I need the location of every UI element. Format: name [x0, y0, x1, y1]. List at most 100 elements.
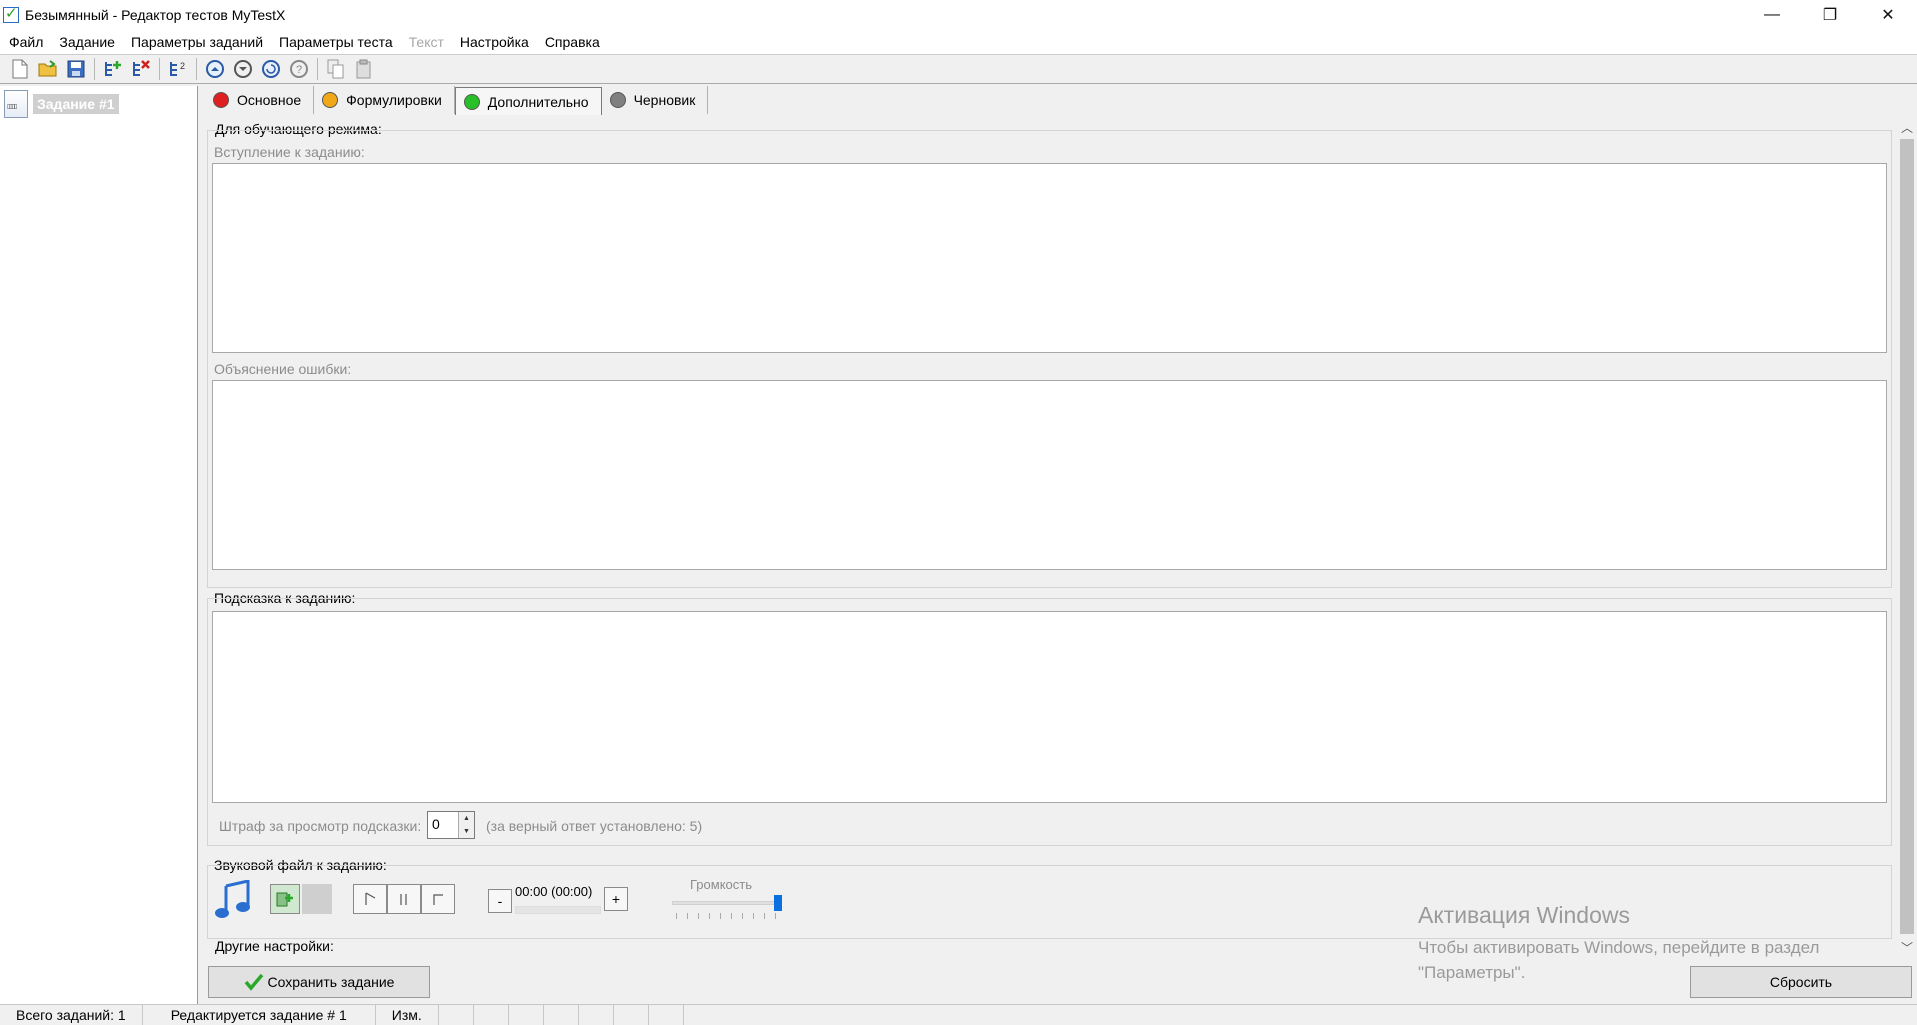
- pause-button[interactable]: [387, 884, 421, 914]
- scroll-down-icon[interactable]: ﹀: [1897, 937, 1917, 957]
- tab-label: Черновик: [633, 92, 696, 108]
- add-task-icon[interactable]: [101, 57, 125, 81]
- checkmark-icon: [244, 973, 263, 991]
- spin-down-icon[interactable]: ▼: [459, 825, 474, 838]
- penalty-spin: ▲ ▼: [458, 812, 474, 838]
- progress-track[interactable]: [515, 906, 601, 914]
- title-bar: Безымянный - Редактор тестов MyTestX — ❐…: [0, 0, 1917, 30]
- copy-icon[interactable]: [324, 57, 348, 81]
- menu-task[interactable]: Задание: [54, 34, 126, 50]
- scroll-thumb[interactable]: [1900, 139, 1914, 934]
- menu-task-params[interactable]: Параметры заданий: [126, 34, 274, 50]
- restore-button[interactable]: ❐: [1801, 0, 1859, 30]
- plus-button[interactable]: +: [604, 887, 628, 911]
- penalty-value: 0: [432, 816, 440, 832]
- open-folder-icon[interactable]: [36, 57, 60, 81]
- penalty-label: Штраф за просмотр подсказки:: [219, 818, 422, 834]
- refresh-icon[interactable]: [259, 57, 283, 81]
- svg-text:?: ?: [296, 64, 302, 76]
- pause-icon: [400, 894, 407, 905]
- spin-up-icon[interactable]: ▲: [459, 812, 474, 825]
- tab-strip: Основное Формулировки Дополнительно Черн…: [205, 86, 709, 115]
- toolbar-separator: [317, 58, 318, 80]
- scroll-up-icon[interactable]: ︿: [1897, 117, 1917, 137]
- activation-watermark-title: Активация Windows: [1418, 902, 1630, 928]
- svg-text:2: 2: [180, 61, 185, 71]
- play-button[interactable]: [353, 884, 387, 914]
- move-up-icon[interactable]: [203, 57, 227, 81]
- menu-settings[interactable]: Настройка: [455, 34, 540, 50]
- status-cell: [649, 1004, 684, 1025]
- status-cell: [614, 1004, 649, 1025]
- volume-slider-thumb[interactable]: [774, 895, 782, 911]
- status-cell: [474, 1004, 509, 1025]
- status-cell: [544, 1004, 579, 1025]
- status-cell: [579, 1004, 614, 1025]
- task-tree-icon[interactable]: 2: [166, 57, 190, 81]
- music-note-icon: [214, 879, 252, 923]
- minus-button[interactable]: -: [488, 889, 512, 913]
- error-explanation-label: Объяснение ошибки:: [214, 361, 352, 377]
- status-total: Всего заданий: 1: [0, 1004, 143, 1025]
- tree-item-label: Задание #1: [33, 94, 119, 114]
- new-file-icon[interactable]: [8, 57, 32, 81]
- toolbar-separator: [196, 58, 197, 80]
- task-tree-panel: Задание #1: [0, 86, 198, 1004]
- status-cell: [439, 1004, 474, 1025]
- help-icon[interactable]: ?: [287, 57, 311, 81]
- tab-label: Формулировки: [346, 92, 442, 108]
- orange-status-icon: [322, 92, 339, 108]
- menu-text[interactable]: Текст: [404, 34, 455, 50]
- volume-slider-track[interactable]: [672, 901, 782, 905]
- toolbar-separator: [94, 58, 95, 80]
- save-task-label: Сохранить задание: [267, 974, 395, 990]
- time-display: 00:00 (00:00): [515, 884, 593, 899]
- volume-ticks: [676, 913, 782, 919]
- toolbar: 2 ?: [0, 54, 1917, 84]
- task-icon: [4, 90, 28, 118]
- intro-label: Вступление к заданию:: [214, 144, 365, 160]
- tab-additional[interactable]: Дополнительно: [454, 87, 602, 115]
- vertical-scrollbar[interactable]: ︿ ﹀: [1897, 117, 1917, 959]
- tab-label: Основное: [237, 92, 302, 108]
- delete-task-icon[interactable]: [129, 57, 153, 81]
- sound-group: [207, 865, 1892, 939]
- status-bar: Всего заданий: 1 Редактируется задание #…: [0, 1004, 1917, 1025]
- status-editing: Редактируется задание # 1: [143, 1004, 376, 1025]
- hint-textarea[interactable]: [212, 611, 1887, 803]
- tab-wordings[interactable]: Формулировки: [314, 86, 455, 114]
- move-down-icon[interactable]: [231, 57, 255, 81]
- minimize-button[interactable]: —: [1743, 0, 1801, 30]
- app-icon: [3, 4, 19, 23]
- menu-file[interactable]: Файл: [4, 34, 54, 50]
- remove-sound-button[interactable]: [302, 884, 332, 914]
- add-sound-icon: [276, 892, 293, 907]
- menu-bar: Файл Задание Параметры заданий Параметры…: [0, 30, 1917, 54]
- intro-textarea[interactable]: [212, 163, 1887, 353]
- toolbar-separator: [159, 58, 160, 80]
- window-title: Безымянный - Редактор тестов MyTestX: [25, 7, 286, 23]
- red-status-icon: [213, 92, 229, 108]
- stop-button[interactable]: [421, 884, 455, 914]
- tree-item-task-1[interactable]: Задание #1: [4, 90, 119, 118]
- add-sound-button[interactable]: [270, 884, 300, 914]
- penalty-stepper[interactable]: 0 ▲ ▼: [427, 811, 475, 839]
- close-button[interactable]: ✕: [1859, 0, 1917, 30]
- activation-watermark-subtitle: Чтобы активировать Windows, перейдите в …: [1418, 938, 1820, 982]
- menu-help[interactable]: Справка: [540, 34, 611, 50]
- tab-main[interactable]: Основное: [205, 86, 315, 114]
- error-explanation-textarea[interactable]: [212, 380, 1887, 570]
- paste-icon[interactable]: [352, 57, 376, 81]
- menu-test-params[interactable]: Параметры теста: [274, 34, 404, 50]
- save-icon[interactable]: [64, 57, 88, 81]
- save-task-button[interactable]: Сохранить задание: [208, 966, 430, 998]
- tab-draft[interactable]: Черновик: [602, 86, 709, 114]
- tab-label: Дополнительно: [487, 93, 589, 110]
- status-cell: [509, 1004, 544, 1025]
- penalty-note: (за верный ответ установлено: 5): [486, 818, 703, 834]
- stop-icon: [433, 894, 443, 905]
- green-status-icon: [463, 93, 480, 110]
- other-settings-label: Другие настройки:: [215, 938, 334, 954]
- gray-status-icon: [609, 92, 626, 108]
- status-changed: Изм.: [376, 1004, 439, 1025]
